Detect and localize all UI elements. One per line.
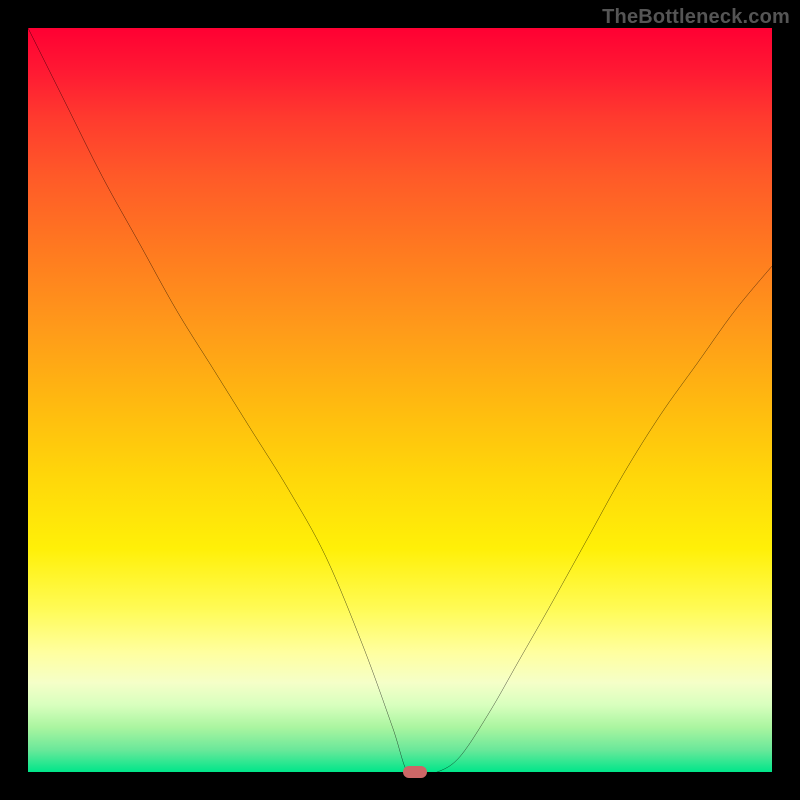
bottleneck-curve [28, 28, 772, 772]
watermark-text: TheBottleneck.com [602, 6, 790, 29]
chart-plot-area [28, 28, 772, 772]
optimal-point-marker [403, 766, 427, 778]
chart-frame: TheBottleneck.com [0, 0, 800, 800]
